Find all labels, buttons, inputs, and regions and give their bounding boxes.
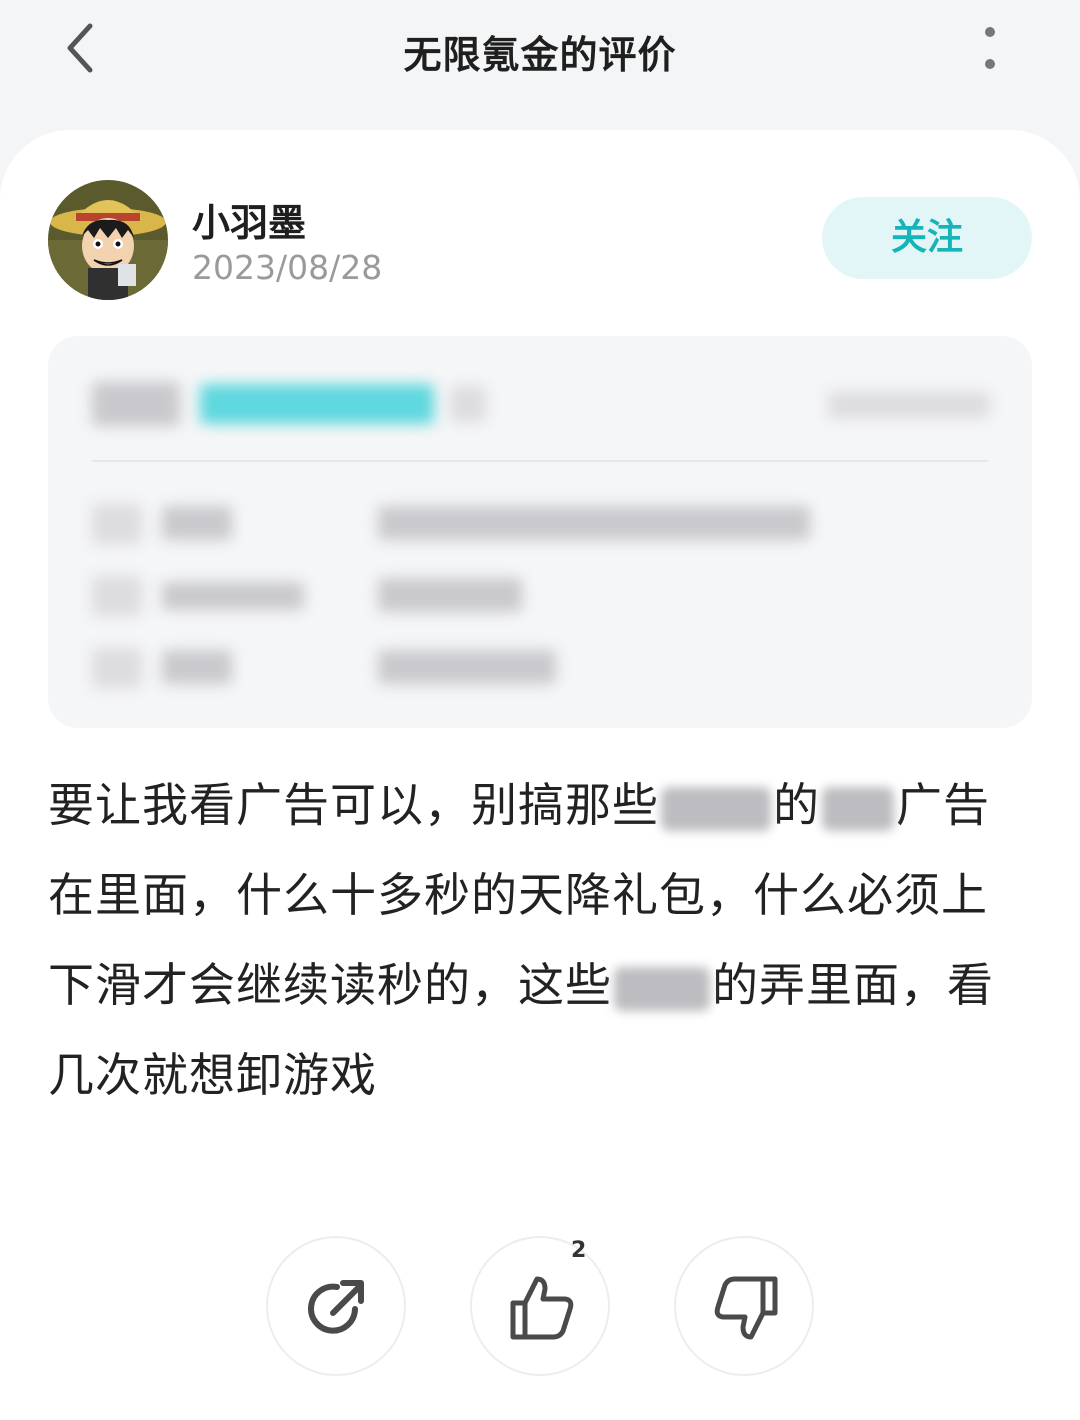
top-bar: 无限氪金的评价 [0,0,1080,110]
redacted-row-value [378,578,522,612]
redacted-playtime [828,392,990,418]
cartoon-avatar-icon [48,180,168,300]
redacted-label [92,382,180,426]
redacted-row-label [162,582,304,610]
device-info-panel [48,336,1032,728]
redacted-row-value [378,506,810,540]
censored-word [614,966,710,1011]
redacted-row-icon [92,576,142,616]
like-button[interactable] [470,1236,610,1376]
more-button[interactable] [966,22,1014,78]
dislike-button[interactable] [674,1236,814,1376]
thumbs-up-icon [510,1276,574,1340]
page-title: 无限氪金的评价 [403,33,677,77]
redacted-rating-tail [450,386,486,422]
redacted-rating [200,384,434,424]
redacted-row-label [162,506,232,540]
redacted-row-value [378,650,556,684]
review-line: 在里面，什么十多秒的天降礼包，什么必须上 [48,868,988,922]
review-line: 几次就想卸游戏 [48,1048,377,1102]
more-vertical-icon [985,27,995,69]
divider [92,460,988,462]
share-icon [308,1280,364,1334]
censored-word [661,786,771,831]
user-name[interactable]: 小羽墨 [192,192,306,247]
censored-word [822,786,894,831]
review-line: 要让我看广告可以，别搞那些的广告 [48,778,990,832]
review-line: 下滑才会继续读秒的，这些 的弄里面，看 [48,958,994,1012]
share-button[interactable] [266,1236,406,1376]
like-count: 2 [571,1238,587,1263]
follow-button[interactable]: 关注 [822,197,1032,279]
post-date: 2023/08/28 [192,248,383,287]
redacted-row-icon [92,504,142,544]
review-body: 要让我看广告可以，别搞那些的广告 在里面，什么十多秒的天降礼包，什么必须上 下滑… [48,760,1020,1120]
redacted-row-icon [92,648,142,688]
user-avatar[interactable] [48,180,168,300]
thumbs-down-icon [714,1276,778,1340]
redacted-row-label [162,650,232,684]
